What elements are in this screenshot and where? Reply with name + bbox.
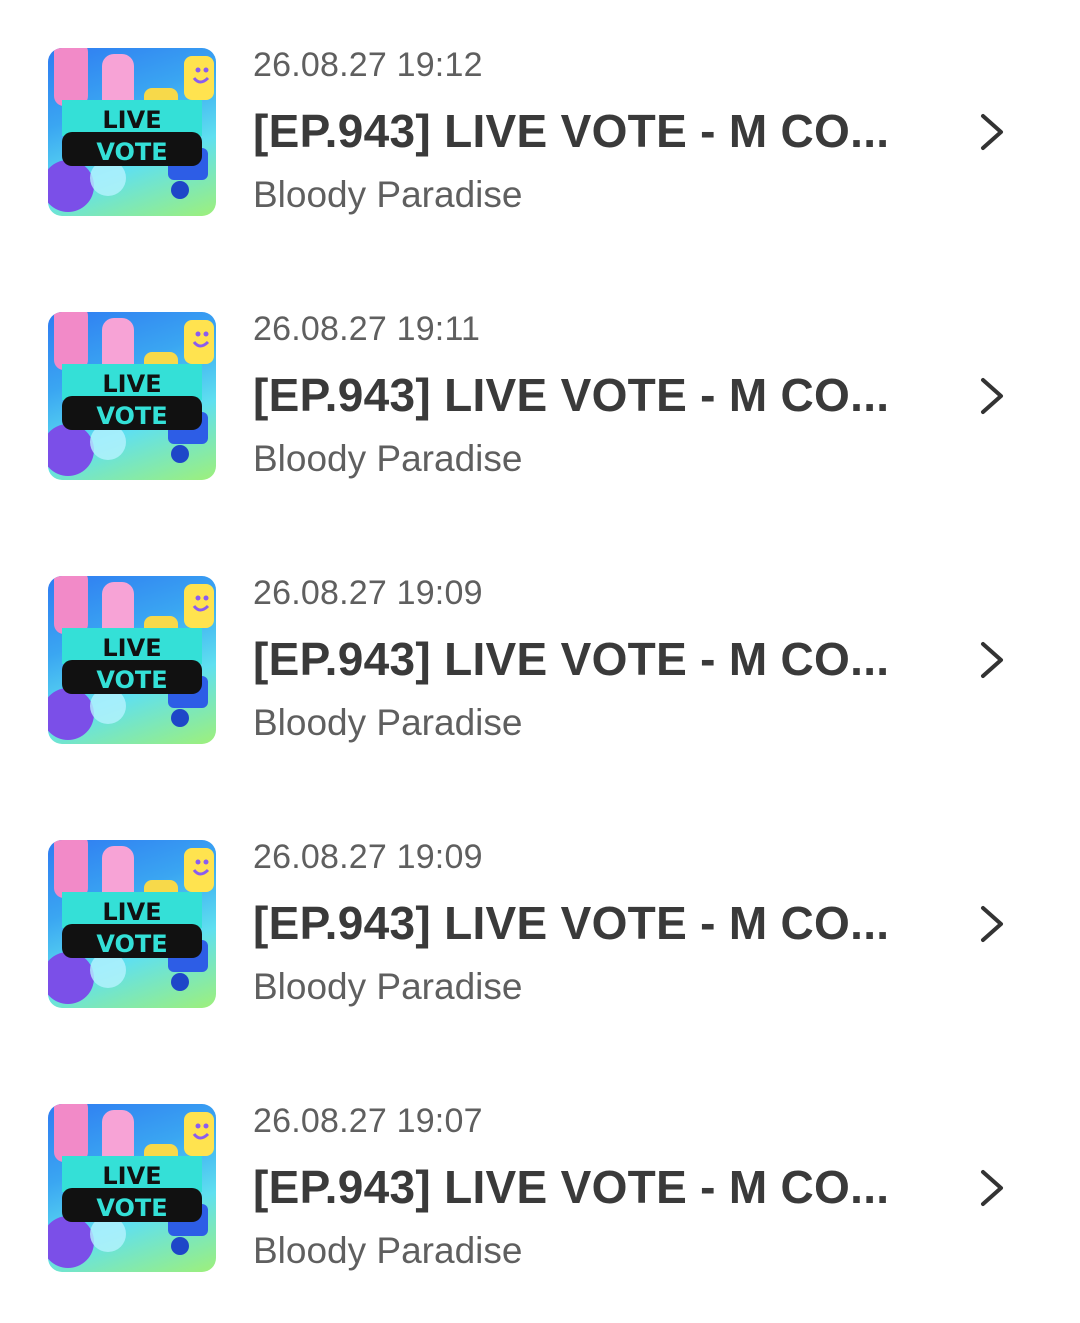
chevron-right-icon[interactable] — [972, 1166, 1012, 1210]
chevron-right-icon[interactable] — [972, 110, 1012, 154]
list-item[interactable]: LIVE VOTE 26.08.27 19:12 [EP.943] LIVE V… — [0, 0, 1080, 264]
vote-history-list: LIVE VOTE 26.08.27 19:12 [EP.943] LIVE V… — [0, 0, 1080, 1323]
thumbnail-line2: VOTE — [96, 1194, 167, 1222]
item-title: [EP.943] LIVE VOTE - M CO... — [253, 1161, 890, 1213]
item-subtitle: Bloody Paradise — [253, 438, 523, 479]
item-title: [EP.943] LIVE VOTE - M CO... — [253, 105, 890, 157]
item-date: 26.08.27 19:09 — [253, 574, 483, 612]
item-title: [EP.943] LIVE VOTE - M CO... — [253, 897, 890, 949]
item-subtitle: Bloody Paradise — [253, 966, 523, 1007]
chevron-right-icon[interactable] — [972, 902, 1012, 946]
live-vote-thumbnail: LIVE VOTE — [48, 1104, 216, 1272]
chevron-right-icon[interactable] — [972, 638, 1012, 682]
live-vote-thumbnail: LIVE VOTE — [48, 312, 216, 480]
thumbnail-line2: VOTE — [96, 138, 167, 166]
thumbnail-line1: LIVE — [102, 898, 161, 926]
thumbnail-line2: VOTE — [96, 666, 167, 694]
list-item[interactable]: LIVE VOTE 26.08.27 19:09 [EP.943] LIVE V… — [0, 792, 1080, 1056]
item-date: 26.08.27 19:11 — [253, 310, 481, 348]
list-item[interactable]: LIVE VOTE 26.08.27 19:09 [EP.943] LIVE V… — [0, 528, 1080, 792]
item-subtitle: Bloody Paradise — [253, 1230, 523, 1271]
chevron-right-icon[interactable] — [972, 374, 1012, 418]
item-date: 26.08.27 19:12 — [253, 46, 483, 84]
item-date: 26.08.27 19:07 — [253, 1102, 483, 1140]
list-item[interactable]: LIVE VOTE 26.08.27 19:11 [EP.943] LIVE V… — [0, 264, 1080, 528]
thumbnail-line2: VOTE — [96, 930, 167, 958]
thumbnail-line1: LIVE — [102, 106, 161, 134]
thumbnail-line2: VOTE — [96, 402, 167, 430]
thumbnail-line1: LIVE — [102, 634, 161, 662]
thumbnail-line1: LIVE — [102, 1162, 161, 1190]
item-subtitle: Bloody Paradise — [253, 174, 523, 215]
list-item[interactable]: LIVE VOTE 26.08.27 19:07 [EP.943] LIVE V… — [0, 1056, 1080, 1320]
item-title: [EP.943] LIVE VOTE - M CO... — [253, 369, 890, 421]
live-vote-thumbnail: LIVE VOTE — [48, 576, 216, 744]
thumbnail-line1: LIVE — [102, 370, 161, 398]
item-subtitle: Bloody Paradise — [253, 702, 523, 743]
live-vote-thumbnail: LIVE VOTE — [48, 840, 216, 1008]
item-date: 26.08.27 19:09 — [253, 838, 483, 876]
item-title: [EP.943] LIVE VOTE - M CO... — [253, 633, 890, 685]
live-vote-thumbnail: LIVE VOTE — [48, 48, 216, 216]
